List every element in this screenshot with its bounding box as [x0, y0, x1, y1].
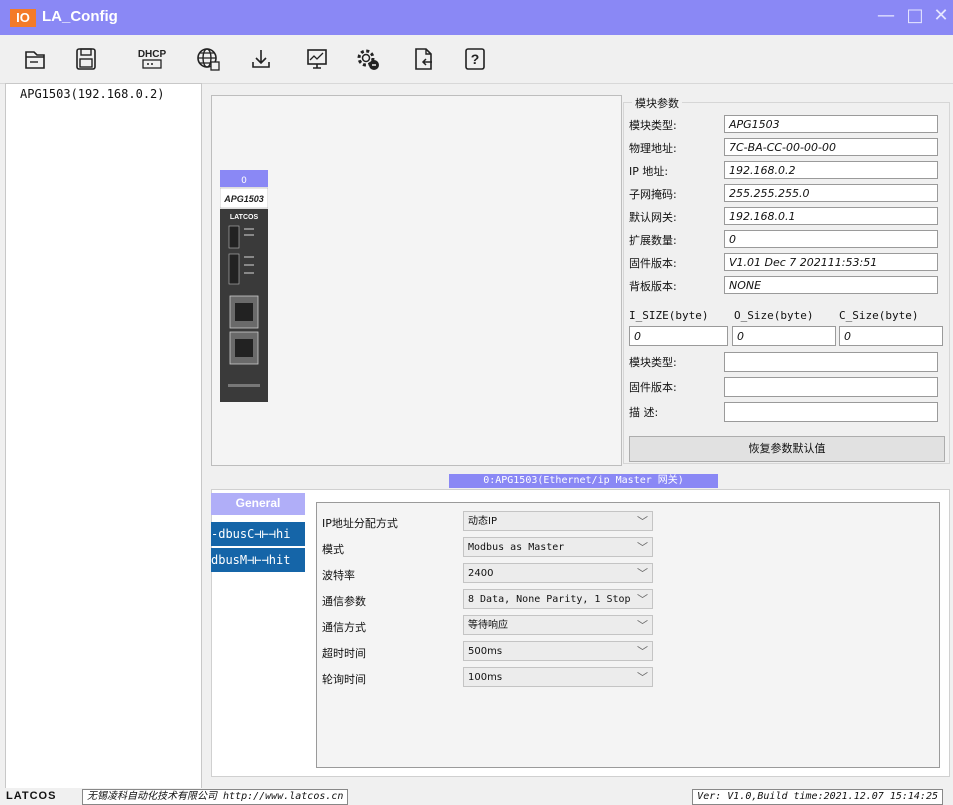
- module-params-group: 模块参数 模块类型: APG1503 物理地址: 7C-BA-CC-00-00-…: [623, 95, 950, 464]
- param-label-expansion: 扩展数量:: [629, 234, 677, 247]
- select-value: 动态IP: [468, 516, 497, 527]
- general-settings-form: IP地址分配方式 动态IP ﹀ 模式 Modbus as Master ﹀ 波特率 …: [316, 502, 940, 768]
- size-header-input: I_SIZE(byte): [629, 309, 709, 322]
- select-value: 8 Data, None Parity, 1 Stop: [468, 594, 631, 605]
- export-icon[interactable]: [407, 43, 439, 75]
- version-info: Ver: V1.0,Build time:2021.12.07 15:14:25: [692, 789, 943, 805]
- param-label-ext-firmware: 固件版本:: [629, 381, 677, 394]
- maximize-button[interactable]: □: [903, 5, 927, 26]
- select-value: Modbus as Master: [468, 542, 565, 553]
- status-bar: LATCOS 无锡凌科自动化技术有限公司 http://www.latcos.c…: [0, 788, 953, 805]
- param-label-mac: 物理地址:: [629, 142, 677, 155]
- size-field-config[interactable]: 0: [839, 326, 943, 346]
- field-label-mode: 模式: [322, 543, 344, 556]
- tab-modbus-client[interactable]: -dbusC⊣⊢⊣hi: [211, 522, 305, 546]
- param-field-gateway[interactable]: 192.168.0.1: [724, 207, 938, 225]
- device-brand: LATCOS: [230, 214, 259, 221]
- param-label-gateway: 默认网关:: [629, 211, 677, 224]
- company-link[interactable]: 无锡凌科自动化技术有限公司 http://www.latcos.cn: [82, 789, 349, 805]
- save-icon[interactable]: [70, 43, 102, 75]
- param-field-type[interactable]: APG1503: [724, 115, 938, 133]
- close-button[interactable]: ✕: [929, 5, 953, 26]
- param-field-expansion[interactable]: 0: [724, 230, 938, 248]
- title-bar: IO LA_Config — □ ✕: [0, 0, 953, 35]
- select-comm-method[interactable]: 等待响应 ﹀: [463, 615, 653, 635]
- selected-module-banner: 0:APG1503(Ethernet/ip Master 网关): [449, 474, 718, 488]
- select-poll-time[interactable]: 100ms ﹀: [463, 667, 653, 687]
- help-glyph: ?: [471, 51, 480, 67]
- param-label-ext-type: 模块类型:: [629, 356, 677, 369]
- restore-defaults-button[interactable]: 恢复参数默认值: [629, 436, 945, 462]
- param-label-ip: IP 地址:: [629, 165, 669, 178]
- size-header-output: O_Size(byte): [734, 309, 814, 322]
- chevron-down-icon: ﹀: [637, 515, 648, 528]
- params-group-title: 模块参数: [632, 95, 682, 111]
- device-slot-number: 0: [241, 176, 247, 186]
- chevron-down-icon: ﹀: [637, 593, 648, 606]
- field-label-comm-params: 通信参数: [322, 595, 366, 608]
- select-mode[interactable]: Modbus as Master ﹀: [463, 537, 653, 557]
- help-icon[interactable]: ?: [459, 43, 491, 75]
- select-value: 等待响应: [468, 620, 508, 631]
- download-icon[interactable]: [245, 43, 277, 75]
- field-label-timeout: 超时时间: [322, 647, 366, 660]
- chevron-down-icon: ﹀: [637, 619, 648, 632]
- chevron-down-icon: ﹀: [637, 671, 648, 684]
- param-field-backplane[interactable]: NONE: [724, 276, 938, 294]
- dhcp-label: DHCP: [138, 49, 167, 60]
- param-field-subnet[interactable]: 255.255.255.0: [724, 184, 938, 202]
- select-timeout[interactable]: 500ms ﹀: [463, 641, 653, 661]
- param-field-firmware[interactable]: V1.01 Dec 7 202111:53:51: [724, 253, 938, 271]
- select-value: 2400: [468, 568, 494, 579]
- select-ip-mode[interactable]: 动态IP ﹀: [463, 511, 653, 531]
- tree-item-apg1503[interactable]: APG1503(192.168.0.2): [20, 87, 165, 101]
- chevron-down-icon: ﹀: [637, 645, 648, 658]
- param-label-backplane: 背板版本:: [629, 280, 677, 293]
- size-header-config: C_Size(byte): [839, 309, 919, 322]
- dhcp-icon[interactable]: DHCP: [136, 43, 168, 75]
- param-label-subnet: 子网掩码:: [629, 188, 677, 201]
- param-field-ext-type[interactable]: [724, 352, 938, 372]
- field-label-ip-mode: IP地址分配方式: [322, 517, 398, 530]
- field-label-baud: 波特率: [322, 569, 355, 582]
- param-label-type: 模块类型:: [629, 119, 677, 132]
- toolbar: DHCP ?: [0, 35, 953, 84]
- param-field-ip[interactable]: 192.168.0.2: [724, 161, 938, 179]
- field-label-comm-method: 通信方式: [322, 621, 366, 634]
- window-title: LA_Config: [42, 8, 118, 25]
- device-view-panel: [211, 95, 622, 466]
- open-file-icon[interactable]: [19, 43, 51, 75]
- tab-general[interactable]: General: [211, 493, 305, 515]
- device-module-image[interactable]: 0 APG1503 LATCOS: [220, 170, 268, 402]
- size-field-output[interactable]: 0: [732, 326, 836, 346]
- select-value: 100ms: [468, 672, 503, 683]
- chevron-down-icon: ﹀: [637, 541, 648, 554]
- select-comm-params[interactable]: 8 Data, None Parity, 1 Stop ﹀: [463, 589, 653, 609]
- network-scan-icon[interactable]: [192, 43, 224, 75]
- param-label-firmware: 固件版本:: [629, 257, 677, 270]
- param-field-ext-firmware[interactable]: [724, 377, 938, 397]
- device-model-label: APG1503: [223, 194, 264, 204]
- tab-modbus-master[interactable]: dbusM⊣⊢⊣hit: [211, 548, 305, 572]
- field-label-poll: 轮询时间: [322, 673, 366, 686]
- select-baud-rate[interactable]: 2400 ﹀: [463, 563, 653, 583]
- app-logo: IO: [10, 9, 36, 27]
- settings-icon[interactable]: [352, 43, 384, 75]
- monitor-icon[interactable]: [301, 43, 333, 75]
- param-label-description: 描 述:: [629, 406, 659, 419]
- device-tree: APG1503(192.168.0.2): [5, 83, 202, 790]
- param-field-mac[interactable]: 7C-BA-CC-00-00-00: [724, 138, 938, 156]
- select-value: 500ms: [468, 646, 503, 657]
- brand-logo: LATCOS: [6, 790, 57, 802]
- param-field-description[interactable]: [724, 402, 938, 422]
- minimize-button[interactable]: —: [874, 5, 898, 26]
- size-field-input[interactable]: 0: [629, 326, 728, 346]
- chevron-down-icon: ﹀: [637, 567, 648, 580]
